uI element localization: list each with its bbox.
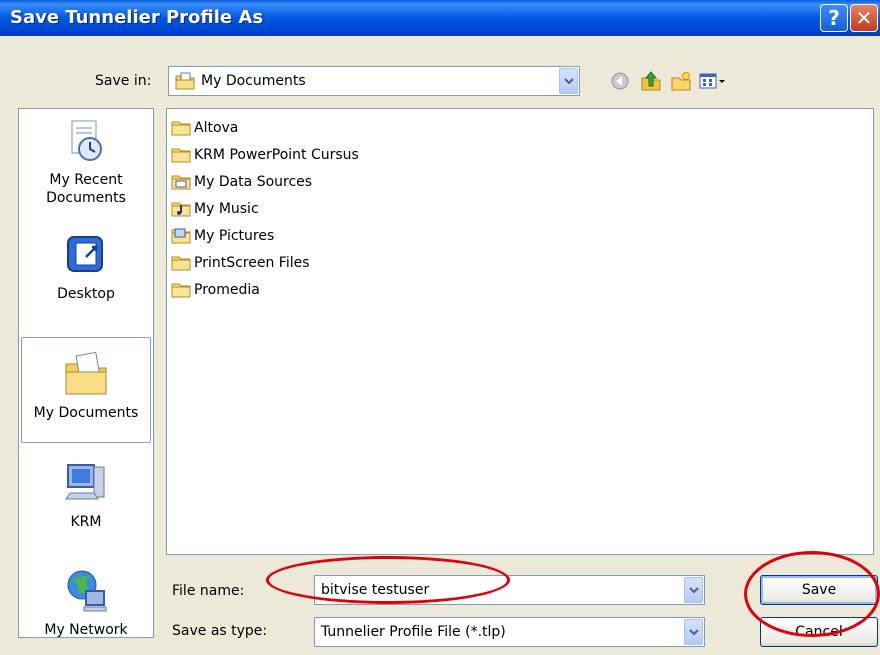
close-button[interactable]: ✕ [850,4,878,32]
views-menu-icon[interactable] [698,70,728,92]
list-item[interactable]: My Music [171,198,259,220]
save-in-label: Save in: [95,73,152,89]
place-my-network[interactable]: My Network [21,567,151,638]
folder-icon [171,148,191,163]
places-bar: My Recent Documents Desktop My Documents… [18,108,154,638]
title-bar: Save Tunnelier Profile As ? ✕ [0,0,880,36]
place-my-recent-documents[interactable]: My Recent Documents [21,117,151,207]
desktop-icon [67,236,103,272]
chevron-down-icon[interactable] [559,68,578,94]
network-icon [67,570,107,612]
file-name: My Music [194,201,259,217]
cancel-button[interactable]: Cancel [760,617,878,647]
place-label-my-documents: My Documents [33,405,139,421]
place-label-krm: KRM [70,514,102,530]
list-item[interactable]: My Data Sources [171,171,312,193]
window-title: Save Tunnelier Profile As [10,7,264,28]
music-folder-icon [171,202,191,217]
list-item[interactable]: Promedia [171,279,260,301]
place-my-documents[interactable]: My Documents [21,337,151,443]
file-name-label: File name: [172,583,245,599]
back-icon[interactable] [609,70,631,92]
file-name-combobox[interactable]: bitvise testuser [314,575,705,605]
chevron-down-icon[interactable] [684,577,703,603]
save-button[interactable]: Save [760,575,878,605]
file-name-input[interactable]: bitvise testuser [321,582,429,598]
data-sources-folder-icon [171,175,191,190]
place-label-recent-1: My Recent [49,172,123,188]
list-item[interactable]: Altova [171,117,238,139]
save-as-type-value: Tunnelier Profile File (*.tlp) [321,624,506,640]
file-list[interactable]: Altova KRM PowerPoint Cursus My Data Sou… [166,108,874,555]
place-label-my-network: My Network [44,622,128,638]
folder-icon [171,283,191,298]
file-name: Promedia [194,282,260,298]
file-name: KRM PowerPoint Cursus [194,147,359,163]
computer-icon [65,464,105,500]
new-folder-icon[interactable] [670,70,692,92]
recent-documents-icon [71,120,102,161]
save-as-type-label: Save as type: [172,623,268,639]
list-item[interactable]: KRM PowerPoint Cursus [171,144,359,166]
chevron-down-icon[interactable] [684,619,703,645]
list-item[interactable]: PrintScreen Files [171,252,310,274]
up-folder-icon[interactable] [640,70,662,92]
place-desktop[interactable]: Desktop [21,231,151,303]
list-item[interactable]: My Pictures [171,225,274,247]
file-name: PrintScreen Files [194,255,310,271]
pictures-folder-icon [171,228,191,244]
place-krm[interactable]: KRM [21,459,151,531]
file-name: Altova [194,120,239,136]
save-as-type-select[interactable]: Tunnelier Profile File (*.tlp) [314,617,705,647]
folder-icon [171,121,191,136]
folder-icon [171,256,191,271]
my-documents-small-icon [175,72,195,90]
place-label-desktop: Desktop [57,286,115,302]
save-in-value: My Documents [201,73,306,89]
place-label-recent-2: Documents [46,190,126,206]
help-button[interactable]: ? [820,4,848,32]
file-name: My Data Sources [194,174,313,190]
save-in-combobox[interactable]: My Documents [168,66,580,96]
file-name: My Pictures [194,228,275,244]
my-documents-icon [65,351,107,395]
